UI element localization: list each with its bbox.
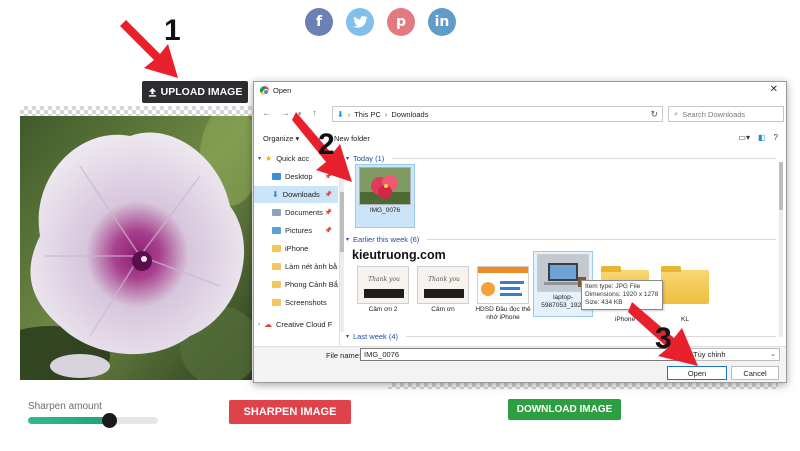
sidebar-item-label: Làm nét ảnh bằ	[285, 262, 338, 271]
group-header-today[interactable]: ▾ Today (1)	[346, 154, 776, 163]
file-name: IMG_0076	[369, 207, 401, 214]
sidebar-item-downloads[interactable]: ⬇ Downloads 📌	[254, 186, 338, 203]
step-3-number: 3	[655, 322, 672, 355]
sharpen-slider-fill	[28, 417, 109, 424]
folder-icon	[272, 245, 281, 252]
original-image-preview	[20, 116, 252, 380]
chevron-down-icon: ▾	[346, 334, 350, 340]
sidebar-item-screenshots[interactable]: Screenshots	[254, 294, 338, 311]
site-watermark: kieutruong.com	[352, 248, 446, 262]
linkedin-icon[interactable]: in	[428, 8, 456, 36]
chevron-right-icon: ›	[258, 321, 260, 328]
sharpen-amount-label: Sharpen amount	[28, 401, 102, 412]
file-name: Cảm ơn 2	[368, 306, 398, 313]
image-thumbnail	[477, 266, 529, 304]
pictures-icon	[272, 227, 281, 234]
dialog-title: Open	[273, 86, 292, 95]
group-label: Last week (4)	[353, 332, 399, 341]
social-share-row: f p in	[305, 8, 456, 36]
close-icon[interactable]: ✕	[770, 84, 778, 95]
file-tile-cam-on-2[interactable]: Thank you Cảm ơn 2	[354, 264, 412, 314]
sidebar-item-label: Screenshots	[285, 298, 327, 307]
file-list-scrollbar[interactable]	[779, 162, 783, 337]
breadcrumb-downloads[interactable]: Downloads	[391, 110, 428, 119]
sidebar-item-lam-net-anh[interactable]: Làm nét ảnh bằ	[254, 258, 338, 275]
sidebar-item-creative-cloud[interactable]: › ☁ Creative Cloud F	[254, 316, 338, 333]
chevron-down-icon: ▾	[258, 156, 262, 162]
folder-icon	[272, 299, 281, 306]
address-bar[interactable]: ⬇ › This PC › Downloads ↻	[332, 106, 663, 122]
sidebar-item-label: Phong Cảnh Bắ	[285, 280, 338, 289]
file-tile-hdsd[interactable]: HDSD Đầu đọc thẻ nhớ iPhone	[474, 264, 532, 322]
sidebar-item-phong-canh[interactable]: Phong Cảnh Bắ	[254, 276, 338, 293]
folder-icon	[272, 263, 281, 270]
step-2-number: 2	[318, 128, 335, 161]
download-icon: ⬇	[272, 190, 279, 199]
file-tile-img-0076[interactable]: IMG_0076	[355, 164, 415, 228]
back-arrow-icon[interactable]: ←	[262, 108, 272, 119]
chevron-down-icon: ▾	[346, 237, 350, 243]
group-header-earlier-this-week[interactable]: ▾ Earlier this week (6)	[346, 235, 776, 244]
file-name: HDSD Đầu đọc thẻ nhớ iPhone	[475, 306, 531, 321]
dialog-titlebar: Open ✕	[254, 82, 786, 99]
preview-pane-icon[interactable]: ◧	[758, 133, 766, 142]
facebook-icon[interactable]: f	[305, 8, 333, 36]
view-options-icon[interactable]: ▭▾	[738, 133, 750, 142]
star-icon: ★	[265, 154, 273, 163]
cloud-icon: ☁	[264, 320, 272, 329]
documents-icon	[272, 209, 281, 216]
desktop-icon	[272, 173, 281, 180]
pin-icon: 📌	[324, 228, 332, 234]
cancel-button[interactable]: Cancel	[731, 366, 779, 380]
upload-image-label: UPLOAD IMAGE	[160, 86, 243, 98]
help-icon[interactable]: ?	[774, 133, 778, 142]
pin-icon: 📌	[324, 210, 332, 216]
upload-icon	[148, 87, 156, 97]
sharpen-slider-thumb[interactable]	[101, 413, 117, 428]
image-thumbnail: Thank you	[357, 266, 409, 304]
pinterest-icon[interactable]: p	[387, 8, 415, 36]
image-thumbnail	[359, 167, 411, 205]
group-header-last-week[interactable]: ▾ Last week (4)	[346, 332, 776, 341]
sidebar-item-pictures[interactable]: Pictures 📌	[254, 222, 338, 239]
sidebar-item-label: Documents	[285, 208, 323, 217]
tooltip-line: Item type: JPG File	[585, 283, 641, 290]
svg-text:Thank you: Thank you	[428, 276, 460, 283]
sharpen-slider[interactable]	[28, 413, 158, 428]
image-thumbnail: Thank you	[417, 266, 469, 304]
file-tile-cam-on[interactable]: Thank you Cảm ơn	[414, 264, 472, 314]
chrome-icon	[260, 86, 269, 95]
sidebar-item-label: Downloads	[282, 190, 320, 199]
sidebar-item-label: iPhone	[285, 244, 309, 253]
search-downloads-input[interactable]: ⌕ Search Downloads	[668, 106, 784, 122]
chevron-down-icon: ⌄	[770, 351, 776, 358]
search-icon: ⌕	[674, 109, 679, 118]
pin-icon: 📌	[324, 192, 332, 198]
twitter-icon[interactable]	[346, 8, 374, 36]
step-1-number: 1	[164, 14, 181, 47]
group-label: Earlier this week (6)	[353, 235, 420, 244]
sidebar-item-label: Creative Cloud F	[276, 320, 333, 329]
forward-arrow-icon[interactable]: →	[280, 108, 290, 119]
search-placeholder: Search Downloads	[682, 109, 746, 119]
file-name: Cảm ơn	[431, 306, 455, 313]
sidebar-item-documents[interactable]: Documents 📌	[254, 204, 338, 221]
upload-image-button[interactable]: UPLOAD IMAGE	[142, 81, 248, 103]
svg-text:Thank you: Thank you	[368, 276, 400, 283]
sharpen-image-button[interactable]: SHARPEN IMAGE	[229, 400, 351, 424]
folder-icon	[272, 281, 281, 288]
file-name-label: File name:	[326, 351, 362, 360]
sidebar-item-iphone[interactable]: iPhone	[254, 240, 338, 257]
sidebar-item-label: Pictures	[285, 226, 313, 235]
refresh-icon[interactable]: ↻	[650, 109, 658, 120]
transparency-strip-bottom	[388, 383, 778, 389]
transparency-strip-top	[20, 106, 255, 116]
download-image-button[interactable]: DOWNLOAD IMAGE	[508, 399, 621, 420]
